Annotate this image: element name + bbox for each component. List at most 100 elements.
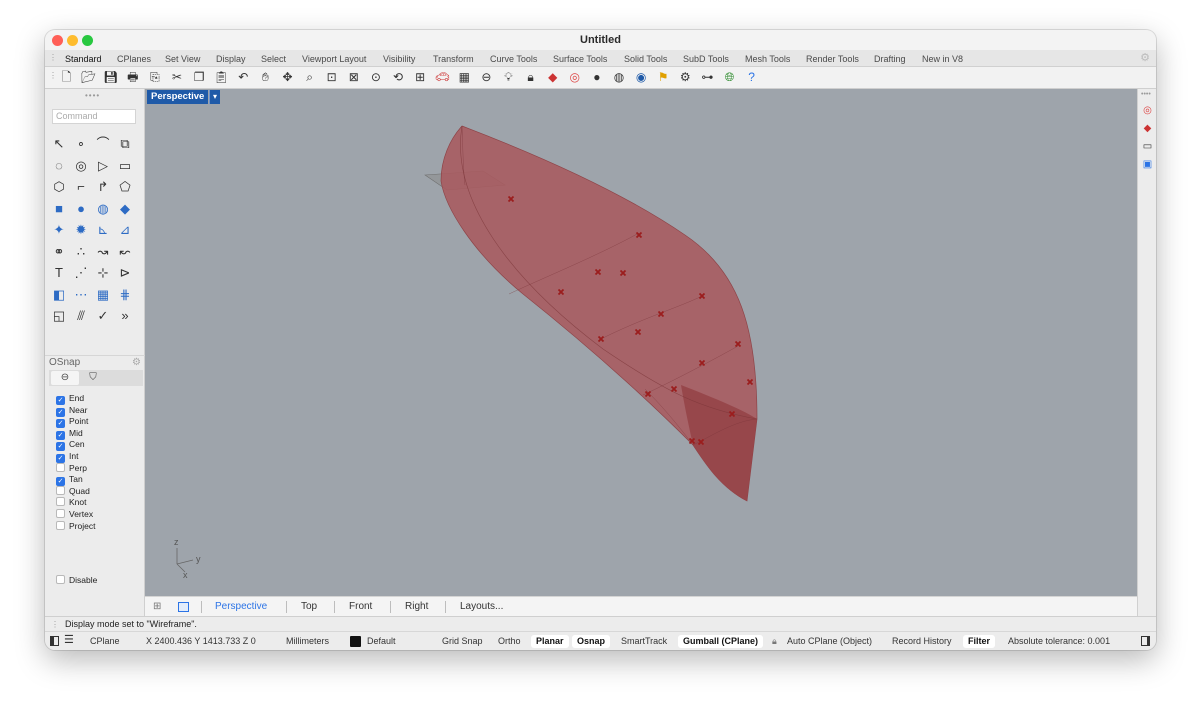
rectangle-tool-icon[interactable]: ▭ <box>116 157 134 175</box>
fillet-tool-icon[interactable]: ⌐ <box>72 178 90 196</box>
tab-top[interactable]: Top <box>301 600 317 614</box>
command-input[interactable]: Command <box>52 109 136 124</box>
color-wheel-icon[interactable]: ◎ <box>567 70 582 85</box>
tab-surface-tools[interactable]: Surface Tools <box>553 52 607 66</box>
osnap-point-checkbox[interactable]: ✓ Point <box>56 416 88 429</box>
smarttrack-toggle[interactable]: SmartTrack <box>621 635 667 648</box>
osnap-near-checkbox[interactable]: ✓ Near <box>56 405 87 417</box>
color-wheel-icon[interactable]: ◎ <box>1142 105 1153 116</box>
zoom-extents-icon[interactable]: ⊠ <box>346 70 361 85</box>
tab-select[interactable]: Select <box>261 52 286 66</box>
layer-label[interactable]: Default <box>367 635 396 648</box>
osnap-tab-filter-icon[interactable]: ⛉ <box>79 371 107 385</box>
list-icon[interactable]: ☰ <box>64 634 74 647</box>
rotate-tool-icon[interactable]: ↝ <box>94 243 112 261</box>
mirror-tool-icon[interactable]: ⊳ <box>116 264 134 282</box>
zoom-window-button[interactable] <box>82 35 93 46</box>
gear-icon[interactable]: ⚙ <box>132 356 141 370</box>
tab-display[interactable]: Display <box>216 52 246 66</box>
units-label[interactable]: Millimeters <box>286 635 329 648</box>
panel-grip-icon[interactable]: •••• <box>85 91 100 100</box>
render-sphere-icon[interactable]: ◉ <box>634 70 649 85</box>
hierarchy-icon[interactable]: ⊶ <box>700 70 715 85</box>
viewport-menu-chevron-icon[interactable]: ▾ <box>209 90 220 104</box>
gear-icon[interactable]: ⚙ <box>1140 51 1150 64</box>
perspective-viewport[interactable]: z y x Perspective ▾ <box>145 89 1137 596</box>
rotate-icon[interactable]: ⟲ <box>391 70 406 85</box>
arc-tool-icon[interactable]: ▷ <box>94 157 112 175</box>
viewport-title-button[interactable]: Perspective <box>147 90 209 104</box>
minimize-window-button[interactable] <box>67 35 78 46</box>
print-icon[interactable]: 🖶 <box>125 70 140 85</box>
array-grid-tool-icon[interactable]: ▦ <box>94 286 112 304</box>
dimension-tool-icon[interactable]: ⋰ <box>72 264 90 282</box>
record-history-toggle[interactable]: Record History <box>892 635 952 648</box>
gumball-toggle[interactable]: Gumball (CPlane) <box>678 635 764 648</box>
single-view-icon[interactable] <box>178 602 189 612</box>
point-tool-icon[interactable]: ∘ <box>72 135 90 153</box>
panel-toggle-icon[interactable] <box>1141 636 1150 646</box>
polygon-tool-icon[interactable]: ⬡ <box>50 178 68 196</box>
layer-color-swatch[interactable] <box>350 636 361 647</box>
circle-tool-icon[interactable]: ◌ <box>50 157 68 175</box>
light-icon[interactable]: 💡︎ <box>501 70 516 85</box>
grid-icon[interactable]: ▦ <box>457 70 472 85</box>
layer-icon[interactable]: ◆ <box>545 70 560 85</box>
tab-curve-tools[interactable]: Curve Tools <box>490 52 537 66</box>
tab-front[interactable]: Front <box>349 600 372 614</box>
pan-icon[interactable]: ✋︎ <box>258 70 273 85</box>
tab-layouts[interactable]: Layouts... <box>460 600 503 614</box>
grip-icon[interactable]: ⋮ <box>49 71 57 80</box>
help-panel-icon[interactable]: ▣ <box>1142 159 1153 170</box>
cplane-label[interactable]: CPlane <box>90 635 120 648</box>
block-tool-icon[interactable]: ◧ <box>50 286 68 304</box>
grid-snap-toggle[interactable]: Grid Snap <box>442 635 483 648</box>
grip-icon[interactable]: ⋮ <box>51 617 59 632</box>
hatch-tool-icon[interactable]: ⋯ <box>72 286 90 304</box>
cut-icon[interactable]: ✂ <box>170 70 185 85</box>
cplane-icon[interactable]: ⊖ <box>479 70 494 85</box>
copy-icon[interactable]: ❐ <box>192 70 207 85</box>
osnap-tan-checkbox[interactable]: ✓ Tan <box>56 474 83 487</box>
text-tool-icon[interactable]: T <box>50 264 68 282</box>
osnap-project-checkbox[interactable]: Project <box>56 520 95 532</box>
lock-icon[interactable]: 🔒︎ <box>772 635 777 648</box>
zoom-window-icon[interactable]: ⊡ <box>324 70 339 85</box>
tab-solid-tools[interactable]: Solid Tools <box>624 52 667 66</box>
osnap-knot-checkbox[interactable]: Knot <box>56 497 87 508</box>
tab-transform[interactable]: Transform <box>433 52 474 66</box>
points-tool-icon[interactable]: ∴ <box>72 243 90 261</box>
osnap-int-checkbox[interactable]: ✓ Int <box>56 451 78 463</box>
new-icon[interactable]: 🗋 <box>59 70 74 85</box>
curve-tool-icon[interactable]: ⧉ <box>116 135 134 153</box>
rotate-view-icon[interactable]: ✥ <box>280 70 295 85</box>
tab-viewport-layout[interactable]: Viewport Layout <box>302 52 366 66</box>
offset-tool-icon[interactable]: ↱ <box>94 178 112 196</box>
auto-cplane-toggle[interactable]: Auto CPlane (Object) <box>787 635 872 648</box>
import-icon[interactable]: ⎘ <box>147 70 162 85</box>
tab-subd-tools[interactable]: SubD Tools <box>683 52 729 66</box>
sphere-wire-icon[interactable]: ◍ <box>612 70 627 85</box>
surface-tool-icon[interactable]: ⬠ <box>116 178 134 196</box>
paste-icon[interactable]: 📋︎ <box>214 70 229 85</box>
tab-standard[interactable]: Standard <box>65 52 102 66</box>
polyline-tool-icon[interactable]: ⌒ <box>94 135 112 153</box>
sphere-tool-icon[interactable]: ● <box>72 200 90 218</box>
osnap-toggle[interactable]: Osnap <box>572 635 611 648</box>
tab-perspective[interactable]: Perspective <box>215 600 267 614</box>
osnap-disable-checkbox[interactable]: Disable <box>56 575 97 586</box>
lock-icon[interactable]: 🔒︎ <box>523 70 538 85</box>
globe-icon[interactable]: 🌐︎ <box>722 70 737 85</box>
filter-toggle[interactable]: Filter <box>963 635 996 648</box>
grip-icon[interactable]: ⋮ <box>49 53 57 62</box>
osnap-tab-snaps-icon[interactable]: ⊖ <box>51 371 79 385</box>
viewport-canvas[interactable]: z y x <box>145 89 1137 596</box>
tab-mesh-tools[interactable]: Mesh Tools <box>745 52 790 66</box>
measure-tool-icon[interactable]: ⋕ <box>116 286 134 304</box>
cylinder-tool-icon[interactable]: ◍ <box>94 200 112 218</box>
ellipse-tool-icon[interactable]: ◎ <box>72 157 90 175</box>
osnap-perp-checkbox[interactable]: Perp <box>56 462 87 474</box>
array-tool-icon[interactable]: ⊹ <box>94 264 112 282</box>
transform-tool-icon[interactable]: ✦ <box>50 221 68 239</box>
tab-right[interactable]: Right <box>405 600 428 614</box>
